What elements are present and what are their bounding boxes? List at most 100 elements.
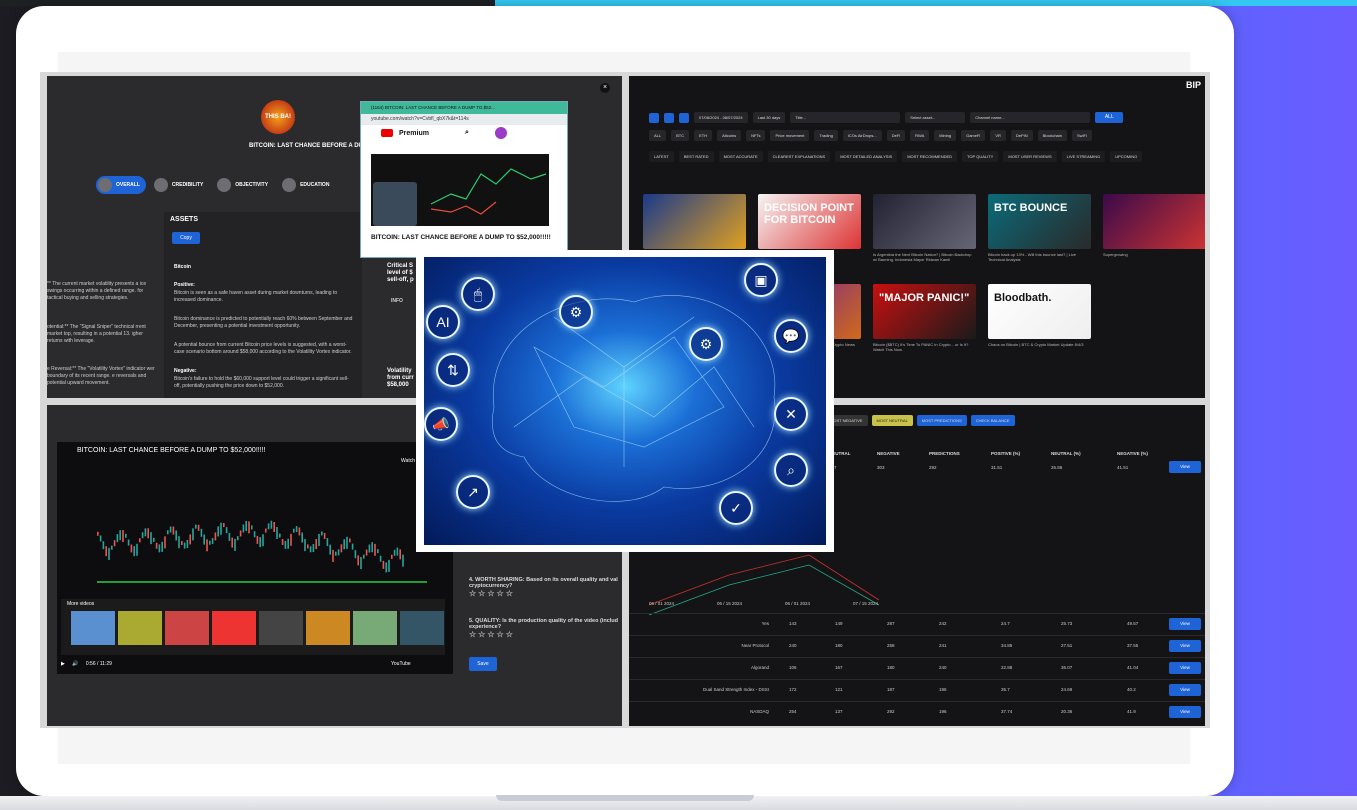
category-chip[interactable]: NFTs: [746, 130, 766, 141]
category-chip[interactable]: SwiFi: [1072, 130, 1092, 141]
btn-s[interactable]: [649, 112, 659, 123]
tab-overall[interactable]: OVERALL: [96, 176, 146, 194]
table-cell: 41.04: [1127, 665, 1139, 670]
tab-label: EDUCATION: [300, 182, 330, 188]
sort-filter-tab[interactable]: MOST ACCURATE: [718, 151, 763, 162]
sort-filter-tab[interactable]: LATEST: [649, 151, 674, 162]
sort-filter-tab[interactable]: MOST DETAILED ANALYSIS: [835, 151, 898, 162]
video-thumbnail[interactable]: [371, 154, 549, 226]
save-button[interactable]: Save: [469, 657, 497, 671]
category-chip[interactable]: GameFi: [961, 130, 986, 141]
x-tick: 06 / 01 2024: [649, 601, 675, 606]
channel-input[interactable]: Channel name...: [970, 112, 1091, 123]
sort-filter-tab[interactable]: UPCOMING: [1110, 151, 1143, 162]
candle: [97, 531, 99, 536]
video-card[interactable]: Supergrowing: [1103, 194, 1205, 276]
sort-filter-tab[interactable]: TOP QUALITY: [962, 151, 999, 162]
search-icon[interactable]: ⌕: [465, 129, 469, 137]
video-card[interactable]: "MAJOR PANIC!" Bitcoin ($BTC) It's Time T…: [873, 284, 976, 366]
video-thumbnail[interactable]: Bloodbath.: [988, 284, 1091, 339]
category-chip[interactable]: DeFi: [886, 130, 906, 141]
video-card[interactable]: Bloodbath. Chaos on Bitcoin | BTC & Crypt…: [988, 284, 1091, 366]
video-thumbnail[interactable]: DECISION POINT FOR BITCOIN: [758, 194, 861, 249]
tab-education[interactable]: EDUCATION: [280, 176, 335, 194]
more-videos-label: More videos: [67, 601, 95, 607]
category-chip[interactable]: BTC: [671, 130, 690, 141]
sort-filter-tab[interactable]: LIVE STREAMING: [1061, 151, 1106, 162]
tab-credibility[interactable]: CREDIBILITY: [152, 176, 209, 194]
category-chip[interactable]: RWA: [910, 130, 930, 141]
category-chip[interactable]: Mining: [934, 130, 957, 141]
info-label[interactable]: INFO: [391, 298, 403, 305]
player-controls: ▶ 🔊 0:56 / 11:29 YouTube: [61, 661, 445, 667]
rating-stars[interactable]: ☆☆☆☆☆: [469, 589, 619, 598]
play-icon[interactable]: ▶: [61, 661, 65, 667]
candle: [175, 530, 177, 541]
category-chip[interactable]: ICOs AirDrops...: [842, 130, 882, 141]
category-chip[interactable]: DePIN: [1010, 130, 1033, 141]
avatar[interactable]: [494, 127, 507, 139]
video-card[interactable]: BTC BOUNCE Bitcoin back up 13% - Will thi…: [988, 194, 1091, 276]
row-name: Near Protocol: [741, 643, 769, 648]
related-video-thumbnail[interactable]: [353, 611, 397, 645]
view-button[interactable]: View: [1169, 684, 1201, 696]
video-thumbnail[interactable]: [643, 194, 746, 249]
sort-filter-tab[interactable]: CLEAREST EXPLANATIONS: [767, 151, 831, 162]
related-video-thumbnail[interactable]: [165, 611, 209, 645]
related-video-thumbnail[interactable]: [118, 611, 162, 645]
view-button[interactable]: View: [1169, 640, 1201, 652]
rating-stars[interactable]: ☆☆☆☆☆: [469, 630, 619, 639]
all-button[interactable]: ALL: [1095, 112, 1124, 123]
period-select[interactable]: Last 30 days: [752, 112, 786, 123]
asset-select[interactable]: Select asset...: [905, 112, 966, 123]
video-thumbnail[interactable]: BTC BOUNCE: [988, 194, 1091, 249]
view-button[interactable]: View: [1169, 662, 1201, 674]
title-input[interactable]: Title...: [790, 112, 901, 123]
time-display: 0:56 / 11:29: [85, 661, 112, 667]
btn-m[interactable]: [664, 112, 674, 123]
view-button[interactable]: View: [1169, 706, 1201, 718]
youtube-logo[interactable]: YouTube: [391, 661, 411, 667]
address-bar[interactable]: youtube.com/watch?v=Cvbfl_qbX7k&t=114s: [361, 114, 567, 125]
candle: [287, 538, 289, 549]
category-chip[interactable]: Trading: [814, 130, 838, 141]
education-icon: [282, 178, 297, 192]
view-button[interactable]: View: [1169, 461, 1201, 473]
category-chip[interactable]: Blockchain: [1037, 130, 1068, 141]
browser-tab[interactable]: (1164) BITCOIN: LAST CHANCE BEFORE A DUM…: [361, 102, 567, 114]
related-video-thumbnail[interactable]: [306, 611, 350, 645]
sort-filter-tab[interactable]: BEST RATED: [678, 151, 714, 162]
video-thumbnail[interactable]: "MAJOR PANIC!": [873, 284, 976, 339]
view-button[interactable]: View: [1169, 618, 1201, 630]
date-range[interactable]: 07/08/2024 - 08/07/2024: [694, 112, 748, 123]
sort-filter-tab[interactable]: MOST RECOMMENDED: [902, 151, 958, 162]
category-chip[interactable]: ALL: [649, 130, 667, 141]
candle: [335, 551, 337, 556]
related-video-thumbnail[interactable]: [400, 611, 444, 645]
related-video-thumbnail[interactable]: [212, 611, 256, 645]
sort-filter-tab[interactable]: MOST USER REVIEWS: [1003, 151, 1057, 162]
video-thumbnail[interactable]: [873, 194, 976, 249]
candle: [158, 544, 161, 553]
video-thumbnail[interactable]: [1103, 194, 1205, 249]
category-chip[interactable]: Price movement: [770, 130, 810, 141]
mouse-icon: 🖱: [461, 277, 495, 311]
add-icon[interactable]: [679, 112, 689, 123]
video-card[interactable]: Is Argentina the Next Bitcoin Nation? | …: [873, 194, 976, 276]
video-caption: Supergrowing: [1103, 252, 1128, 257]
tab-objectivity[interactable]: OBJECTIVITY: [215, 176, 274, 194]
candle: [315, 539, 317, 550]
table-header: NEGATIVE (%): [1117, 451, 1148, 456]
related-video-thumbnail[interactable]: [71, 611, 115, 645]
related-video-thumbnail[interactable]: [259, 611, 303, 645]
video-caption: Is Argentina the Next Bitcoin Nation? | …: [873, 252, 972, 262]
candle: [304, 539, 306, 552]
candle: [147, 528, 149, 539]
close-icon[interactable]: ×: [600, 83, 610, 93]
category-chip[interactable]: Altcoins: [717, 130, 742, 141]
volume-icon[interactable]: 🔊: [72, 661, 78, 667]
category-chip[interactable]: VR: [990, 130, 1006, 141]
candle: [242, 524, 245, 533]
category-chip[interactable]: ETH: [694, 130, 713, 141]
copy-button[interactable]: Copy: [172, 232, 200, 244]
